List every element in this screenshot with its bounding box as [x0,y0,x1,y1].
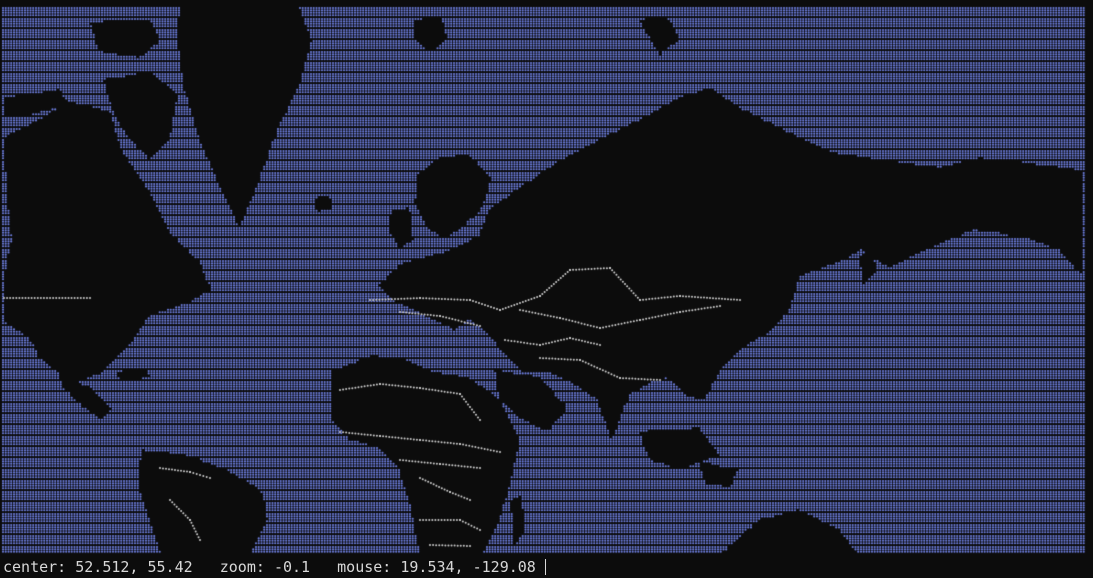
map-canvas[interactable] [0,0,1093,556]
braille-world-map[interactable] [0,0,1093,556]
status-bar: center: 52.512, 55.42 zoom: -0.1 mouse: … [0,556,1093,578]
center-readout: 52.512, 55.42 [75,558,193,576]
center-label: center: [3,558,67,576]
zoom-readout: -0.1 [273,558,311,576]
mouse-readout: 19.534, -129.08 [400,558,536,576]
mouse-label: mouse: [337,558,392,576]
text-cursor [544,559,546,575]
zoom-label: zoom: [219,558,265,576]
